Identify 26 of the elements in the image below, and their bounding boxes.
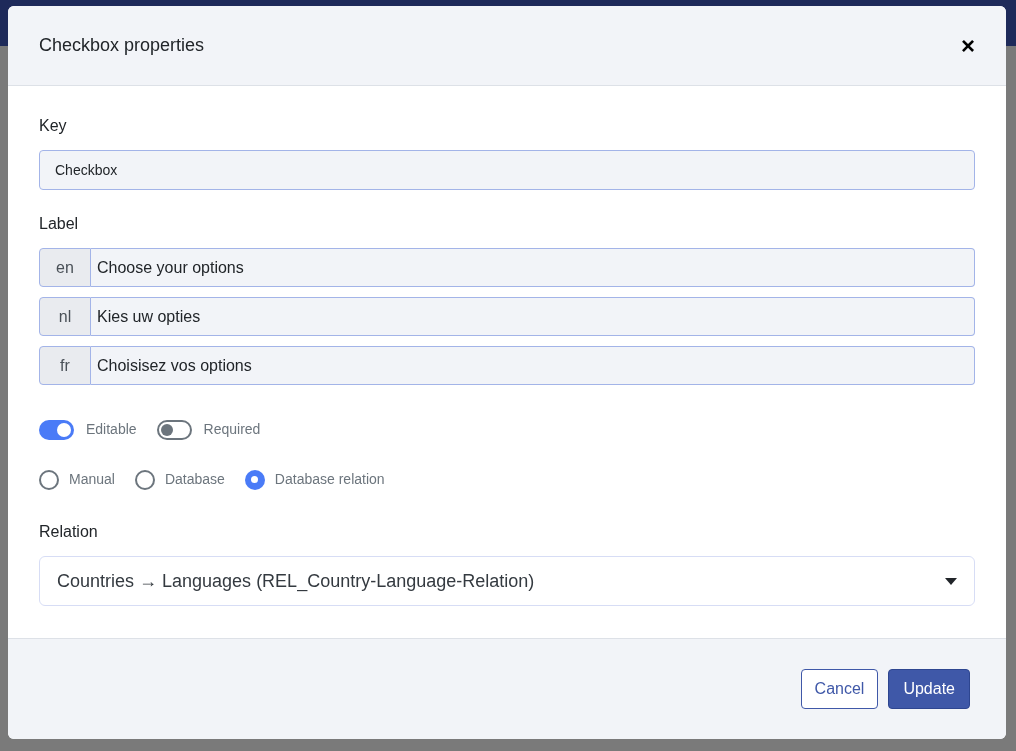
radio-label: Database relation [274, 470, 385, 489]
caret-icon [945, 577, 957, 585]
radio-button[interactable] [39, 469, 59, 490]
language-addon: en [39, 248, 91, 287]
relation-select[interactable]: Countries → Languages (REL_Country-Language-Relation) [39, 556, 975, 606]
key-field[interactable]: Checkbox [39, 150, 975, 190]
toggle-label: Required [203, 420, 261, 439]
toggle-label: Editable [86, 420, 137, 439]
radio-label: Manual [69, 470, 115, 489]
cancel-button[interactable]: Cancel [800, 669, 879, 709]
language-addon: fr [39, 346, 91, 385]
field-label: Relation [39, 522, 99, 542]
radio-button[interactable] [134, 469, 155, 490]
radio-button[interactable] [244, 469, 265, 490]
dialog-title: Checkbox properties [39, 34, 205, 57]
field-label: Label [39, 214, 80, 234]
field-label: Key [39, 116, 68, 136]
toggle-switch[interactable] [39, 419, 74, 440]
close-button[interactable]: × [961, 33, 975, 58]
language-addon: nl [39, 297, 91, 336]
update-button[interactable]: Update [888, 669, 970, 709]
label-field[interactable]: Kies uw opties [91, 297, 975, 336]
radio-label: Database [164, 470, 225, 489]
label-field[interactable]: Choose your options [91, 248, 975, 287]
label-field[interactable]: Choisisez vos options [91, 346, 975, 385]
toggle-switch[interactable] [156, 419, 192, 440]
